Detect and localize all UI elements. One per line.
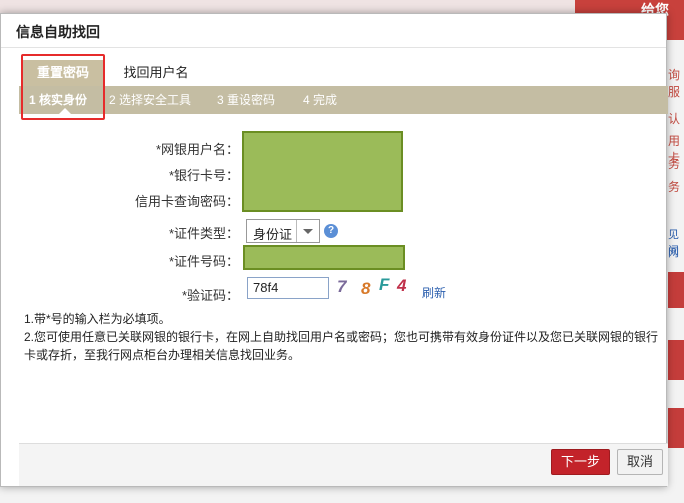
step-progress-bar: 1 核实身份 2 选择安全工具 3 重设密码 4 完成 <box>19 86 668 114</box>
id-type-dropdown-toggle[interactable] <box>296 220 319 242</box>
step-reset-password: 3 重设密码 <box>217 93 276 107</box>
id-number-input[interactable] <box>243 245 405 270</box>
background-right-block <box>668 408 684 448</box>
redacted-input-block[interactable] <box>242 131 403 212</box>
captcha-char: 4 <box>397 276 407 295</box>
captcha-char: F <box>379 275 390 294</box>
note-recovery-options: 2.您可使用任意已关联网银的银行卡，在网上自助找回用户名或密码；您也可携带有效身… <box>24 330 659 362</box>
background-right-block <box>668 340 684 380</box>
step-choose-security-tool: 2 选择安全工具 <box>109 93 192 107</box>
step-complete: 4 完成 <box>303 93 338 107</box>
tab-recover-username[interactable]: 找回用户名 <box>111 60 201 86</box>
background-right-text: 务 <box>668 157 681 171</box>
id-type-select[interactable]: 身份证 <box>246 219 320 243</box>
captcha-label: *验证码： <box>181 288 239 303</box>
dialog-title: 信息自助找回 <box>16 24 100 40</box>
note-required-fields: 1.带*号的输入栏为必填项。 <box>24 312 171 326</box>
captcha-char: 7 <box>337 277 347 296</box>
dialog-header-divider <box>1 47 666 48</box>
background-right-block <box>668 272 684 308</box>
captcha-image[interactable]: 7 8 F 4 <box>335 275 415 299</box>
cancel-button[interactable]: 取消 <box>617 449 663 475</box>
info-recovery-dialog: 信息自助找回 重置密码 找回用户名 1 核实身份 2 选择安全工具 3 重设密码… <box>0 13 668 487</box>
background-right-text: 询服 <box>668 68 681 99</box>
chevron-down-icon <box>303 229 313 234</box>
background-right-text: 认 <box>668 112 681 126</box>
credit-card-password-label: 信用卡查询密码： <box>134 194 239 209</box>
highlight-annotation-box <box>21 54 105 120</box>
background-right-link: 网 <box>668 247 679 259</box>
next-step-button[interactable]: 下一步 <box>551 449 610 475</box>
background-right-text: 务 <box>668 180 681 194</box>
help-icon[interactable]: ? <box>324 224 338 238</box>
id-type-selected-value: 身份证 <box>253 227 293 242</box>
id-number-label: *证件号码： <box>168 254 239 269</box>
card-number-label: *银行卡号： <box>168 168 239 183</box>
id-type-label: *证件类型： <box>168 226 239 241</box>
captcha-input[interactable]: 78f4 <box>247 277 329 299</box>
captcha-char: 8 <box>361 279 371 298</box>
username-label: *网银用户名： <box>155 142 239 157</box>
refresh-captcha-link[interactable]: 刷新 <box>422 284 446 301</box>
